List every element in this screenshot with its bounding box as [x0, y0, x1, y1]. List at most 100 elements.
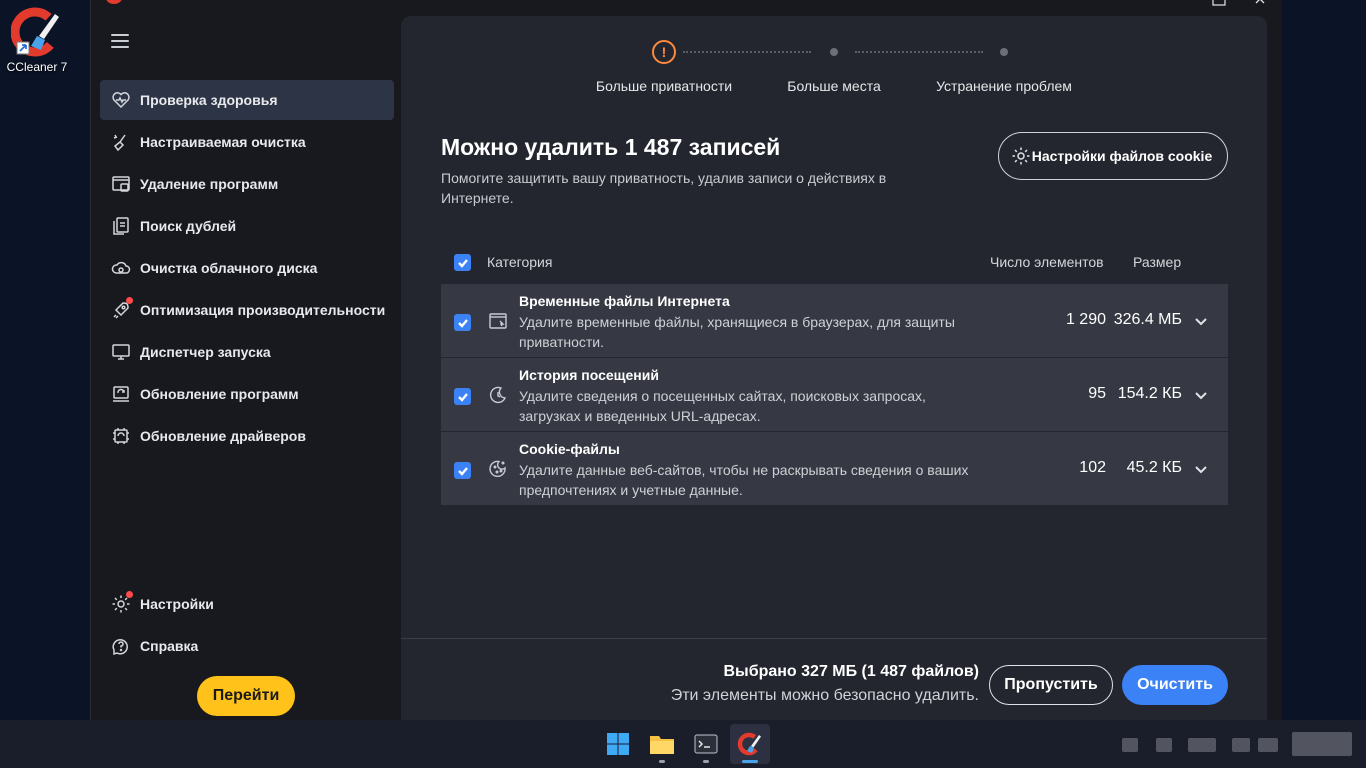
- sidebar-item-label: Удаление программ: [140, 176, 279, 192]
- chevron-down-icon[interactable]: [1194, 314, 1208, 328]
- row-description: Удалите сведения о посещенных сайтах, по…: [519, 388, 926, 424]
- taskbar-terminal[interactable]: [686, 724, 726, 764]
- selection-summary: Выбрано 327 МБ (1 487 файлов): [723, 663, 979, 680]
- sidebar-nav: Проверка здоровья Настраиваемая очистка …: [100, 80, 394, 458]
- settings-notification-badge: [126, 591, 133, 598]
- step-label-privacy[interactable]: Больше приватности: [596, 78, 732, 94]
- row-title: Временные файлы Интернета: [519, 293, 730, 309]
- tray-icon[interactable]: [1232, 738, 1250, 752]
- start-button[interactable]: [598, 724, 638, 764]
- sidebar-item-label: Настраиваемая очистка: [140, 134, 306, 150]
- maximize-icon[interactable]: [1212, 0, 1226, 12]
- row-description: Удалите данные веб-сайтов, чтобы не раск…: [519, 462, 969, 498]
- sidebar-item-cloud-clean[interactable]: Очистка облачного диска: [100, 248, 394, 288]
- cookie-icon: [488, 459, 508, 479]
- folder-icon: [650, 736, 674, 754]
- driver-update-icon: [110, 425, 132, 447]
- windows-logo-icon: [607, 733, 629, 755]
- row-title: Cookie-файлы: [519, 441, 620, 457]
- step-dot-space: [830, 48, 838, 56]
- sidebar-item-software-update[interactable]: Обновление программ: [100, 374, 394, 414]
- desktop-shortcut-ccleaner[interactable]: CCleaner 7: [4, 6, 70, 76]
- taskbar-file-explorer[interactable]: [642, 724, 682, 764]
- table-row[interactable]: История посещений Удалите сведения о пос…: [441, 358, 1228, 432]
- sidebar-item-custom-clean[interactable]: Настраиваемая очистка: [100, 122, 394, 162]
- row-size: 154.2 КБ: [1117, 385, 1182, 402]
- sidebar-item-duplicates[interactable]: Поиск дублей: [100, 206, 394, 246]
- sidebar-item-label: Обновление драйверов: [140, 428, 306, 444]
- tray-clock[interactable]: [1292, 732, 1352, 756]
- chevron-down-icon[interactable]: [1194, 388, 1208, 402]
- step-dot-problems: [1000, 48, 1008, 56]
- sidebar-item-startup[interactable]: Диспетчер запуска: [100, 332, 394, 372]
- clean-button[interactable]: Очистить: [1122, 665, 1228, 705]
- step-label-space[interactable]: Больше места: [787, 78, 881, 94]
- cloud-gear-icon: [110, 257, 132, 279]
- tray-icon[interactable]: [1156, 738, 1172, 752]
- page-subtitle: Помогите защитить вашу приватность, удал…: [441, 170, 887, 206]
- sidebar-item-uninstall[interactable]: Удаление программ: [100, 164, 394, 204]
- close-icon[interactable]: [1254, 0, 1268, 12]
- sidebar-item-performance[interactable]: Оптимизация производительности: [100, 290, 394, 330]
- table-row[interactable]: Cookie-файлы Удалите данные веб-сайтов, …: [441, 432, 1228, 506]
- progress-stepper: ! Больше приватности Больше места Устран…: [401, 40, 1267, 100]
- row-count: 102: [1079, 459, 1106, 476]
- monitor-icon: [110, 341, 132, 363]
- hamburger-menu-icon[interactable]: [111, 34, 129, 50]
- desktop-shortcut-label: CCleaner 7: [6, 60, 68, 74]
- column-header-count: Число элементов: [990, 254, 1104, 270]
- row-checkbox[interactable]: [454, 314, 471, 331]
- sidebar-item-help[interactable]: Справка: [100, 626, 394, 666]
- page-title: Можно удалить 1 487 записей: [441, 134, 781, 160]
- sidebar-item-health-check[interactable]: Проверка здоровья: [100, 80, 394, 120]
- sidebar: Проверка здоровья Настраиваемая очистка …: [91, 0, 401, 720]
- row-description: Удалите временные файлы, хранящиеся в бр…: [519, 314, 955, 350]
- ccleaner-logo-icon: [10, 6, 63, 58]
- tray-icon[interactable]: [1258, 738, 1278, 752]
- sidebar-item-label: Проверка здоровья: [140, 92, 278, 108]
- warning-icon: !: [652, 40, 676, 64]
- gear-icon: [1012, 147, 1030, 165]
- step-label-problems[interactable]: Устранение проблем: [936, 78, 1072, 94]
- cookie-settings-label: Настройки файлов cookie: [1031, 148, 1213, 164]
- duplicate-files-icon: [110, 215, 132, 237]
- check-icon: [457, 318, 468, 328]
- check-icon: [457, 392, 468, 402]
- sidebar-bottom-nav: Настройки Справка: [100, 584, 394, 668]
- safe-to-delete-note: Эти элементы можно безопасно удалить.: [670, 687, 979, 704]
- go-upgrade-button[interactable]: Перейти: [197, 676, 295, 716]
- notification-badge: [126, 297, 133, 304]
- terminal-icon: [694, 734, 718, 754]
- main-panel: ! Больше приватности Больше места Устран…: [401, 16, 1267, 720]
- help-icon: [110, 635, 132, 657]
- sidebar-item-driver-update[interactable]: Обновление драйверов: [100, 416, 394, 456]
- row-count: 1 290: [1065, 311, 1106, 328]
- tray-icon[interactable]: [1188, 738, 1216, 752]
- column-header-size: Размер: [1133, 254, 1182, 270]
- sidebar-item-label: Настройки: [140, 596, 214, 612]
- browser-window-icon: [488, 311, 508, 331]
- action-footer: Выбрано 327 МБ (1 487 файлов) Эти элемен…: [401, 638, 1267, 720]
- sidebar-item-settings[interactable]: Настройки: [100, 584, 394, 624]
- software-update-icon: [110, 383, 132, 405]
- heart-icon: [110, 89, 132, 111]
- row-checkbox[interactable]: [454, 462, 471, 479]
- skip-button[interactable]: Пропустить: [989, 665, 1113, 705]
- column-header-category: Категория: [487, 254, 553, 270]
- sidebar-item-label: Оптимизация производительности: [140, 302, 386, 318]
- table-row[interactable]: Временные файлы Интернета Удалите времен…: [441, 284, 1228, 358]
- select-all-checkbox[interactable]: [454, 254, 471, 271]
- uninstall-icon: [110, 173, 132, 195]
- sidebar-item-label: Очистка облачного диска: [140, 260, 318, 276]
- chevron-down-icon[interactable]: [1194, 462, 1208, 476]
- sidebar-item-label: Обновление программ: [140, 386, 299, 402]
- cookie-settings-button[interactable]: Настройки файлов cookie: [998, 132, 1228, 180]
- row-checkbox[interactable]: [454, 388, 471, 405]
- taskbar-ccleaner[interactable]: [730, 724, 770, 764]
- history-icon: [488, 385, 508, 405]
- row-count: 95: [1088, 385, 1106, 402]
- taskbar: [0, 720, 1366, 768]
- stepper-connector: [683, 51, 811, 53]
- tray-icon[interactable]: [1122, 738, 1138, 752]
- sidebar-item-label: Диспетчер запуска: [140, 344, 271, 360]
